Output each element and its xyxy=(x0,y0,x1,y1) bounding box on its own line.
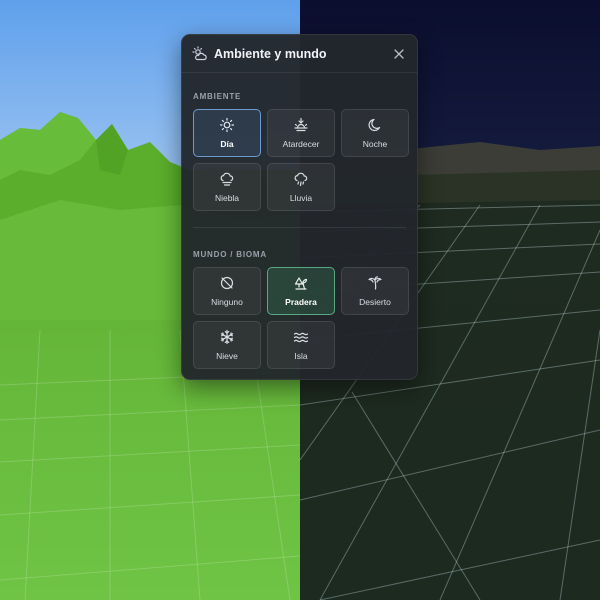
tile-label: Ninguno xyxy=(211,297,243,307)
tile-dia[interactable]: Día xyxy=(193,109,261,157)
tile-noche[interactable]: Noche xyxy=(341,109,409,157)
tile-label: Niebla xyxy=(214,193,240,203)
tile-label: Noche xyxy=(362,139,388,149)
fog-icon xyxy=(219,171,235,187)
palm-icon xyxy=(367,275,383,291)
tile-nieve[interactable]: Nieve xyxy=(193,321,261,369)
meadow-icon xyxy=(293,275,309,291)
tile-label: Atardecer xyxy=(282,139,320,149)
tile-label: Lluvia xyxy=(289,193,313,203)
tile-ninguno[interactable]: Ninguno xyxy=(193,267,261,315)
tile-isla[interactable]: Isla xyxy=(267,321,335,369)
panel-header: Ambiente y mundo xyxy=(182,35,417,73)
moon-icon xyxy=(367,117,383,133)
ambiente-grid: Día Atardecer Noche Niebla Lluvia xyxy=(193,109,409,211)
rain-icon xyxy=(293,171,309,187)
waves-icon xyxy=(293,329,309,345)
tile-lluvia[interactable]: Lluvia xyxy=(267,163,335,211)
sun-cloud-icon xyxy=(192,45,208,62)
tile-atardecer[interactable]: Atardecer xyxy=(267,109,335,157)
section-label-ambiente: AMBIENTE xyxy=(193,92,242,101)
panel-title: Ambiente y mundo xyxy=(214,46,327,61)
tile-label: Isla xyxy=(294,351,308,361)
tile-label: Pradera xyxy=(285,297,317,307)
tile-niebla[interactable]: Niebla xyxy=(193,163,261,211)
tile-pradera[interactable]: Pradera xyxy=(267,267,335,315)
tile-label: Día xyxy=(220,139,234,149)
environment-panel: Ambiente y mundo AMBIENTE Día Atardecer … xyxy=(181,34,418,380)
tile-label: Desierto xyxy=(359,297,391,307)
close-button[interactable] xyxy=(391,46,407,62)
snowflake-icon xyxy=(219,329,235,345)
tile-desierto[interactable]: Desierto xyxy=(341,267,409,315)
mundo-grid: Ninguno Pradera Desierto Nieve Isla xyxy=(193,267,409,369)
section-divider xyxy=(193,227,406,228)
none-icon xyxy=(219,275,235,291)
section-label-mundo: MUNDO / BIOMA xyxy=(193,250,267,259)
close-icon xyxy=(394,48,404,59)
tile-label: Nieve xyxy=(216,351,238,361)
sun-icon xyxy=(219,117,235,133)
sunset-icon xyxy=(293,117,309,133)
